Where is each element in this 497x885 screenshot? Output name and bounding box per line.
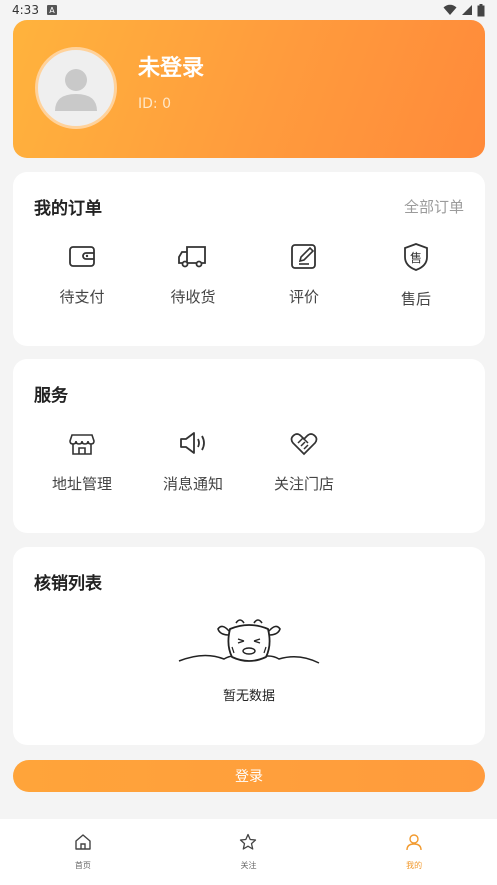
order-item-label: 评价 bbox=[288, 288, 319, 306]
empty-state: 暂无数据 bbox=[13, 617, 485, 704]
order-item-label: 售后 bbox=[400, 290, 431, 308]
home-icon bbox=[75, 833, 91, 850]
order-item-label: 待收货 bbox=[170, 288, 216, 306]
empty-cow-illustration-icon bbox=[178, 619, 320, 664]
user-icon bbox=[406, 833, 422, 850]
tab-label: 我的 bbox=[406, 860, 423, 870]
bottom-tabbar: 首页 关注 我的 bbox=[0, 819, 497, 885]
services-card: 服务 地址管理 消息通知 关注门店 bbox=[13, 359, 485, 533]
battery-icon bbox=[477, 3, 485, 16]
tab-follow[interactable]: 关注 bbox=[188, 833, 308, 872]
profile-name[interactable]: 未登录 bbox=[138, 50, 204, 82]
services-title: 服务 bbox=[34, 386, 68, 406]
notification-icon: A bbox=[46, 5, 57, 15]
tab-label: 首页 bbox=[74, 860, 91, 870]
empty-text: 暂无数据 bbox=[222, 689, 275, 704]
shield-icon: 售 bbox=[404, 243, 428, 271]
store-icon bbox=[69, 434, 95, 455]
verify-title: 核销列表 bbox=[34, 574, 102, 594]
default-avatar-icon bbox=[55, 69, 97, 111]
wifi-icon bbox=[443, 4, 457, 15]
profile-id: ID: 0 bbox=[138, 96, 171, 112]
tab-label: 关注 bbox=[240, 860, 257, 870]
order-item-label: 待支付 bbox=[59, 288, 105, 306]
status-bar: 4:33 A bbox=[0, 0, 497, 20]
truck-icon bbox=[178, 246, 206, 268]
order-item-after-sales[interactable]: 售 售后 bbox=[371, 242, 461, 332]
order-item-review[interactable]: 评价 bbox=[259, 242, 349, 332]
orders-card: 我的订单 全部订单 待支付 待收货 评价 售 售后 bbox=[13, 172, 485, 346]
order-item-pending-payment[interactable]: 待支付 bbox=[37, 242, 127, 332]
order-item-pending-receipt[interactable]: 待收货 bbox=[148, 242, 238, 332]
tab-home[interactable]: 首页 bbox=[23, 833, 143, 872]
status-time: 4:33 bbox=[12, 3, 39, 17]
login-button[interactable]: 登录 bbox=[13, 760, 485, 792]
status-left: 4:33 A bbox=[12, 3, 57, 17]
all-orders-link[interactable]: 全部订单 bbox=[404, 196, 464, 217]
verify-card: 核销列表 暂无数据 bbox=[13, 547, 485, 745]
tab-mine[interactable]: 我的 bbox=[354, 833, 474, 872]
service-item-notifications[interactable]: 消息通知 bbox=[148, 429, 238, 519]
handshake-icon bbox=[290, 433, 318, 456]
star-icon bbox=[240, 833, 257, 850]
service-item-label: 关注门店 bbox=[273, 475, 334, 493]
service-item-label: 地址管理 bbox=[51, 475, 112, 493]
signal-icon bbox=[462, 5, 472, 15]
wallet-icon bbox=[69, 246, 95, 267]
avatar[interactable] bbox=[35, 47, 117, 129]
service-item-label: 消息通知 bbox=[162, 475, 223, 493]
speaker-icon bbox=[180, 432, 205, 454]
orders-title: 我的订单 bbox=[34, 199, 102, 219]
edit-icon bbox=[291, 244, 316, 269]
service-item-followed-stores[interactable]: 关注门店 bbox=[259, 429, 349, 519]
status-right bbox=[443, 3, 485, 17]
service-item-address[interactable]: 地址管理 bbox=[37, 429, 127, 519]
profile-card[interactable]: 未登录 ID: 0 bbox=[13, 20, 485, 158]
after-sales-glyph: 售 bbox=[410, 250, 422, 265]
